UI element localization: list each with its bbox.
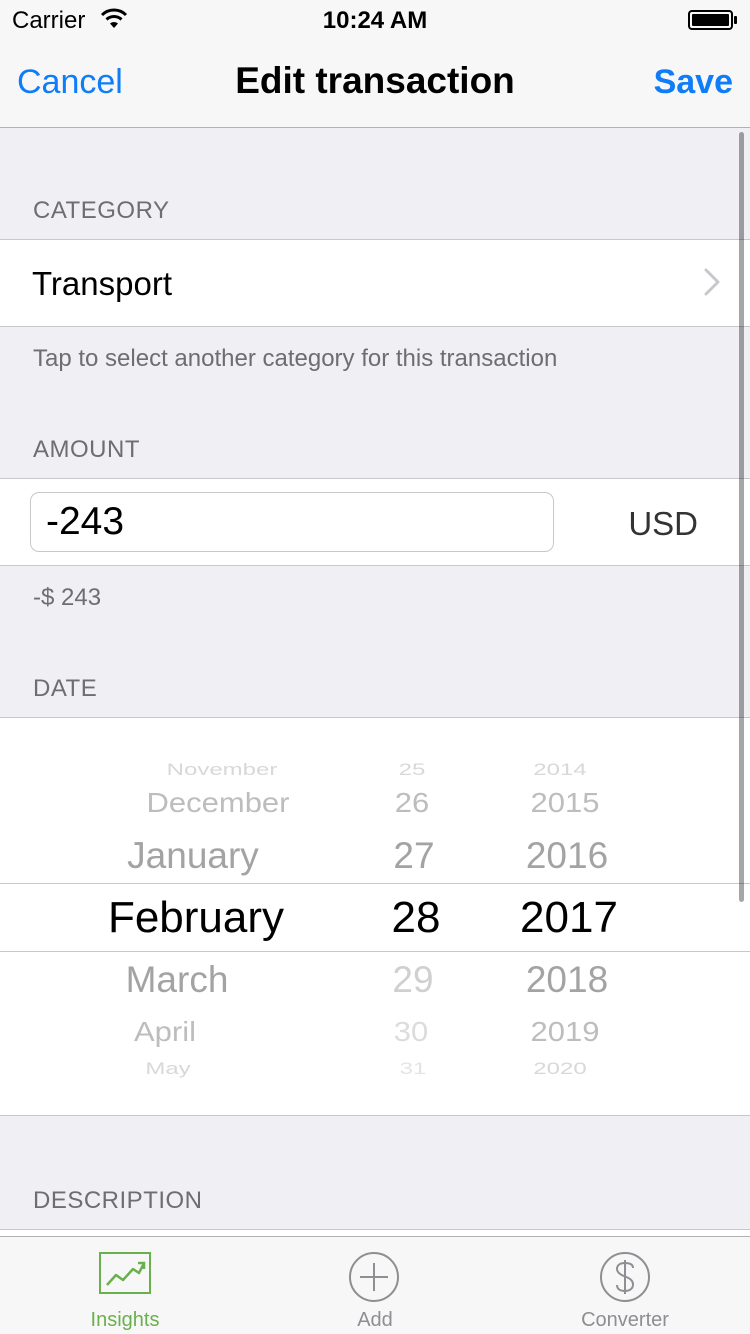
picker-year-option[interactable]: 2015 — [531, 787, 600, 819]
picker-day-option[interactable]: 26 — [395, 787, 429, 819]
picker-month-selected[interactable]: February — [108, 893, 284, 943]
description-header: DESCRIPTION — [33, 1187, 203, 1214]
picker-day-option[interactable]: 31 — [400, 1059, 427, 1079]
picker-year-option[interactable]: 2014 — [533, 760, 586, 780]
tab-converter[interactable]: Converter — [500, 1237, 750, 1334]
picker-year-option[interactable]: 2020 — [533, 1059, 586, 1079]
tab-bar: Insights Add Converter — [0, 1236, 750, 1334]
dollar-circle-icon — [600, 1252, 650, 1302]
picker-year-option[interactable]: 2019 — [531, 1016, 600, 1048]
picker-month-option[interactable]: November — [167, 760, 278, 780]
picker-month-option[interactable]: April — [134, 1016, 196, 1048]
date-header: DATE — [33, 675, 98, 702]
chart-icon — [99, 1252, 151, 1294]
picker-day-selected[interactable]: 28 — [392, 893, 441, 943]
category-cell[interactable]: Transport — [0, 239, 750, 327]
plus-circle-icon — [349, 1252, 399, 1302]
amount-formatted: -$ 243 — [33, 584, 102, 611]
category-value: Transport — [32, 265, 172, 302]
picker-day-option[interactable]: 27 — [393, 835, 434, 877]
amount-cell: -243 USD — [0, 478, 750, 566]
picker-day-option[interactable]: 30 — [394, 1016, 428, 1048]
battery-icon — [688, 10, 737, 30]
tab-add[interactable]: Add — [250, 1237, 500, 1334]
picker-month-option[interactable]: March — [126, 959, 229, 1001]
picker-year-selected[interactable]: 2017 — [520, 893, 618, 943]
chevron-right-icon — [704, 268, 720, 296]
page-title: Edit transaction — [235, 60, 515, 101]
picker-day-option[interactable]: 25 — [399, 760, 426, 780]
category-header: CATEGORY — [33, 197, 170, 224]
tab-converter-label: Converter — [581, 1309, 669, 1331]
category-footer: Tap to select another category for this … — [33, 345, 558, 372]
amount-input[interactable]: -243 — [30, 492, 554, 552]
picker-selection-bottom-line — [0, 951, 750, 952]
save-button[interactable]: Save — [654, 63, 733, 102]
amount-header: AMOUNT — [33, 436, 140, 463]
picker-day-option[interactable]: 29 — [392, 959, 433, 1001]
picker-year-option[interactable]: 2016 — [526, 835, 608, 877]
status-time: 10:24 AM — [322, 7, 428, 34]
status-bar: Carrier 10:24 AM — [0, 0, 750, 40]
tab-add-label: Add — [357, 1309, 393, 1331]
navigation-bar: Cancel Edit transaction Save — [0, 40, 750, 128]
date-picker[interactable]: November December January February March… — [0, 717, 750, 1116]
picker-year-option[interactable]: 2018 — [526, 959, 608, 1001]
tab-insights[interactable]: Insights — [0, 1237, 250, 1334]
scroll-indicator[interactable] — [739, 132, 744, 902]
picker-month-option[interactable]: December — [147, 787, 290, 819]
tab-insights-label: Insights — [90, 1309, 160, 1331]
picker-month-option[interactable]: January — [127, 835, 259, 877]
picker-month-option[interactable]: May — [145, 1059, 190, 1079]
currency-button[interactable]: USD — [628, 505, 698, 543]
picker-selection-top-line — [0, 883, 750, 884]
